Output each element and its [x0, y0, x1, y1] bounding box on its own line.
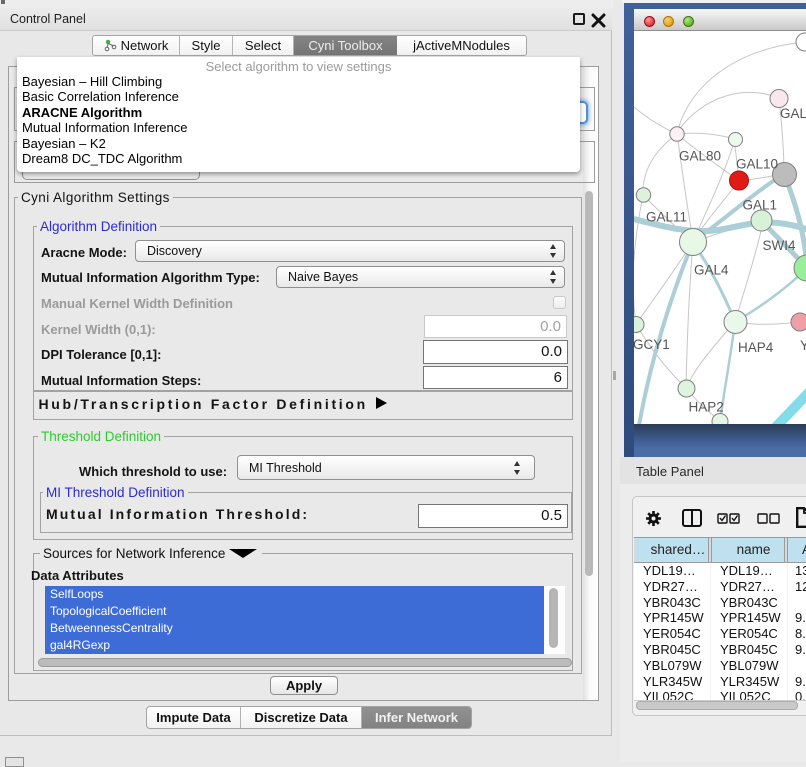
svg-text:GAL1: GAL1: [743, 198, 778, 213]
svg-text:GAL80: GAL80: [679, 149, 721, 164]
svg-text:HAP2: HAP2: [689, 400, 724, 415]
svg-text:GCY1: GCY1: [634, 337, 670, 352]
svg-text:Y: Y: [800, 338, 806, 353]
svg-text:GAL4: GAL4: [694, 263, 729, 278]
svg-text:GAL10: GAL10: [736, 157, 778, 172]
svg-text:HAP4: HAP4: [738, 340, 774, 355]
svg-text:GAL11: GAL11: [646, 210, 687, 225]
svg-text:SWI4: SWI4: [763, 238, 796, 253]
svg-text:GAL1: GAL1: [780, 106, 806, 121]
